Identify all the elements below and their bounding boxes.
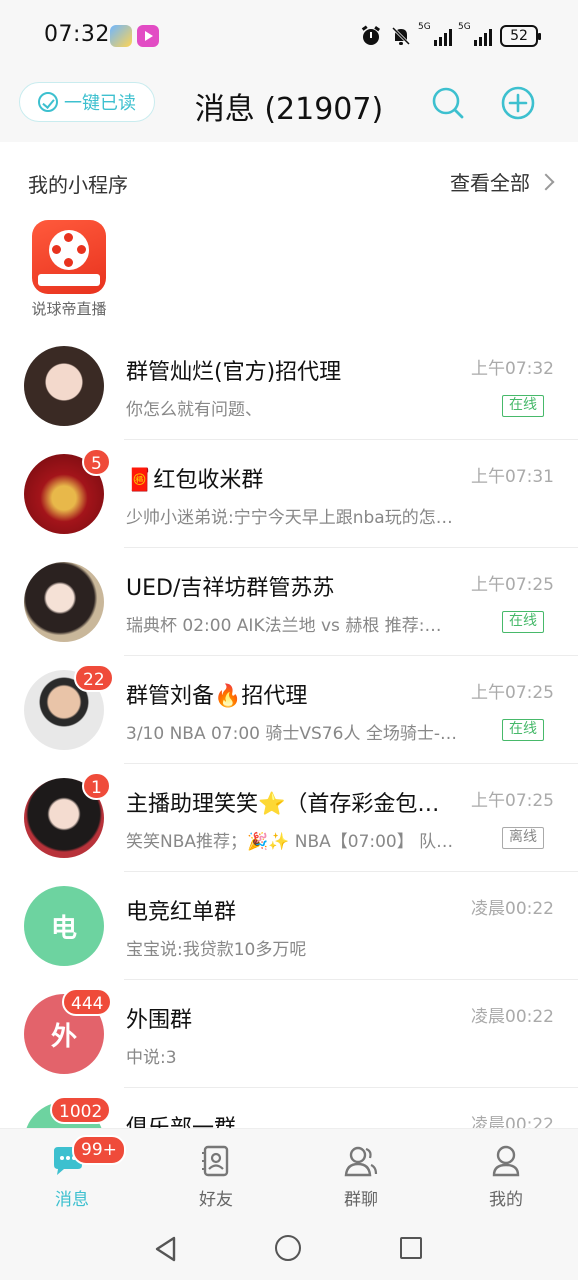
tab-messages[interactable]: 99+ 消息 [0, 1129, 144, 1219]
mini-program-label: 说球帝直播 [31, 300, 107, 318]
view-all-label: 查看全部 [450, 171, 530, 195]
chat-last-message: 瑞典杯 02:00 AIK法兰地 vs 赫根 推荐:… [126, 616, 442, 636]
weather-app-icon [110, 25, 132, 47]
film-reel-icon [32, 220, 106, 294]
chat-item[interactable]: 外 444 外围群 凌晨00:22 中说:3 [0, 980, 578, 1088]
chat-last-message: 宝宝说:我贷款10多万呢 [126, 940, 307, 960]
avatar: 电 [24, 886, 104, 966]
unread-badge: 1002 [50, 1096, 112, 1124]
chat-item[interactable]: 22 群管刘备🔥招代理 上午07:25 3/10 NBA 07:00 骑士VS7… [0, 656, 578, 764]
chat-item[interactable]: 1 主播助理笑笑⭐（首存彩金包… 上午07:25 笑笑NBA推荐；🎉✨ NBA【… [0, 764, 578, 872]
status-badge: 在线 [502, 719, 544, 741]
mute-bell-icon [391, 26, 411, 46]
tab-label: 我的 [489, 1190, 523, 1210]
unread-badge: 22 [74, 664, 114, 692]
chat-name: 群管灿烂(官方)招代理 [126, 360, 342, 385]
chat-time: 凌晨00:22 [471, 1007, 554, 1027]
chat-item[interactable]: 电 电竞红单群 凌晨00:22 宝宝说:我贷款10多万呢 [0, 872, 578, 980]
avatar [24, 346, 104, 426]
chevron-right-icon [537, 173, 555, 190]
unread-badge: 1 [82, 772, 111, 800]
status-bar: 07:32 5G 5G 52 [0, 0, 578, 70]
status-time: 07:32 [44, 22, 110, 47]
signal-icon-2: 5G [458, 22, 492, 46]
system-nav-bar [0, 1218, 578, 1280]
chat-last-message: 你怎么就有问题、 [126, 400, 262, 420]
status-badge: 在线 [502, 395, 544, 417]
chat-time: 上午07:25 [471, 791, 554, 811]
recent-apps-icon[interactable] [400, 1237, 422, 1259]
add-circle-icon[interactable] [500, 85, 536, 121]
home-circle-icon[interactable] [275, 1235, 301, 1261]
tab-label: 消息 [55, 1190, 89, 1210]
chat-name: 电竞红单群 [126, 900, 237, 925]
page-title: 消息 (21907) [194, 92, 384, 127]
status-icons: 5G 5G 52 [360, 22, 541, 50]
chat-last-message: 笑笑NBA推荐；🎉✨ NBA【07:00】 队… [126, 832, 454, 852]
chat-item[interactable]: UED/吉祥坊群管苏苏 上午07:25 瑞典杯 02:00 AIK法兰地 vs … [0, 548, 578, 656]
chat-time: 上午07:25 [471, 683, 554, 703]
signal-icon-1: 5G [418, 22, 452, 46]
status-badge: 在线 [502, 611, 544, 633]
chat-last-message: 3/10 NBA 07:00 骑士VS76人 全场骑士-… [126, 724, 457, 744]
mini-program-app[interactable]: 说球帝直播 [26, 220, 112, 319]
chat-time: 凌晨00:22 [471, 899, 554, 919]
app-header: 一键已读 消息 (21907) [0, 70, 578, 142]
tab-label: 好友 [199, 1190, 233, 1210]
alarm-icon [361, 25, 381, 45]
mini-programs-header: 我的小程序 查看全部 [0, 152, 578, 210]
chat-name: 群管刘备🔥招代理 [126, 684, 308, 709]
chat-last-message: 中说:3 [126, 1048, 177, 1068]
mini-programs-title: 我的小程序 [28, 173, 128, 197]
back-triangle-icon[interactable] [154, 1236, 178, 1262]
chat-name: UED/吉祥坊群管苏苏 [126, 576, 335, 601]
chat-name: 🧧红包收米群 [126, 468, 264, 493]
contacts-book-icon [202, 1145, 229, 1177]
group-users-icon [344, 1146, 378, 1177]
chat-last-message: 少帅小迷弟说:宁宁今天早上跟nba玩的怎… [126, 508, 453, 528]
tab-groups[interactable]: 群聊 [289, 1129, 433, 1219]
chat-item[interactable]: 5 🧧红包收米群 上午07:31 少帅小迷弟说:宁宁今天早上跟nba玩的怎… [0, 440, 578, 548]
unread-badge: 5 [82, 448, 111, 476]
user-profile-icon [492, 1145, 520, 1177]
status-badge: 离线 [502, 827, 544, 849]
video-app-icon [137, 25, 159, 47]
chat-time: 上午07:25 [471, 575, 554, 595]
chat-name: 外围群 [126, 1008, 193, 1033]
chat-time: 上午07:32 [471, 359, 554, 379]
chat-time: 上午07:31 [471, 467, 554, 487]
view-all-button[interactable]: 查看全部 [450, 167, 555, 196]
bottom-tab-bar: 99+ 消息 好友 群聊 我的 [0, 1128, 578, 1218]
mark-all-read-label: 一键已读 [64, 93, 136, 114]
battery-icon: 52 [500, 25, 541, 47]
unread-badge: 444 [62, 988, 113, 1016]
tab-mine[interactable]: 我的 [434, 1129, 578, 1219]
tab-friends[interactable]: 好友 [144, 1129, 288, 1219]
mark-all-read-button[interactable]: 一键已读 [19, 82, 155, 122]
avatar [24, 562, 104, 642]
check-circle-icon [38, 92, 58, 112]
chat-name: 主播助理笑笑⭐（首存彩金包… [126, 792, 440, 817]
chat-item[interactable]: 群管灿烂(官方)招代理 上午07:32 你怎么就有问题、 在线 [0, 332, 578, 440]
tab-label: 群聊 [344, 1190, 378, 1210]
search-icon[interactable] [430, 85, 466, 121]
messages-badge: 99+ [72, 1135, 126, 1165]
